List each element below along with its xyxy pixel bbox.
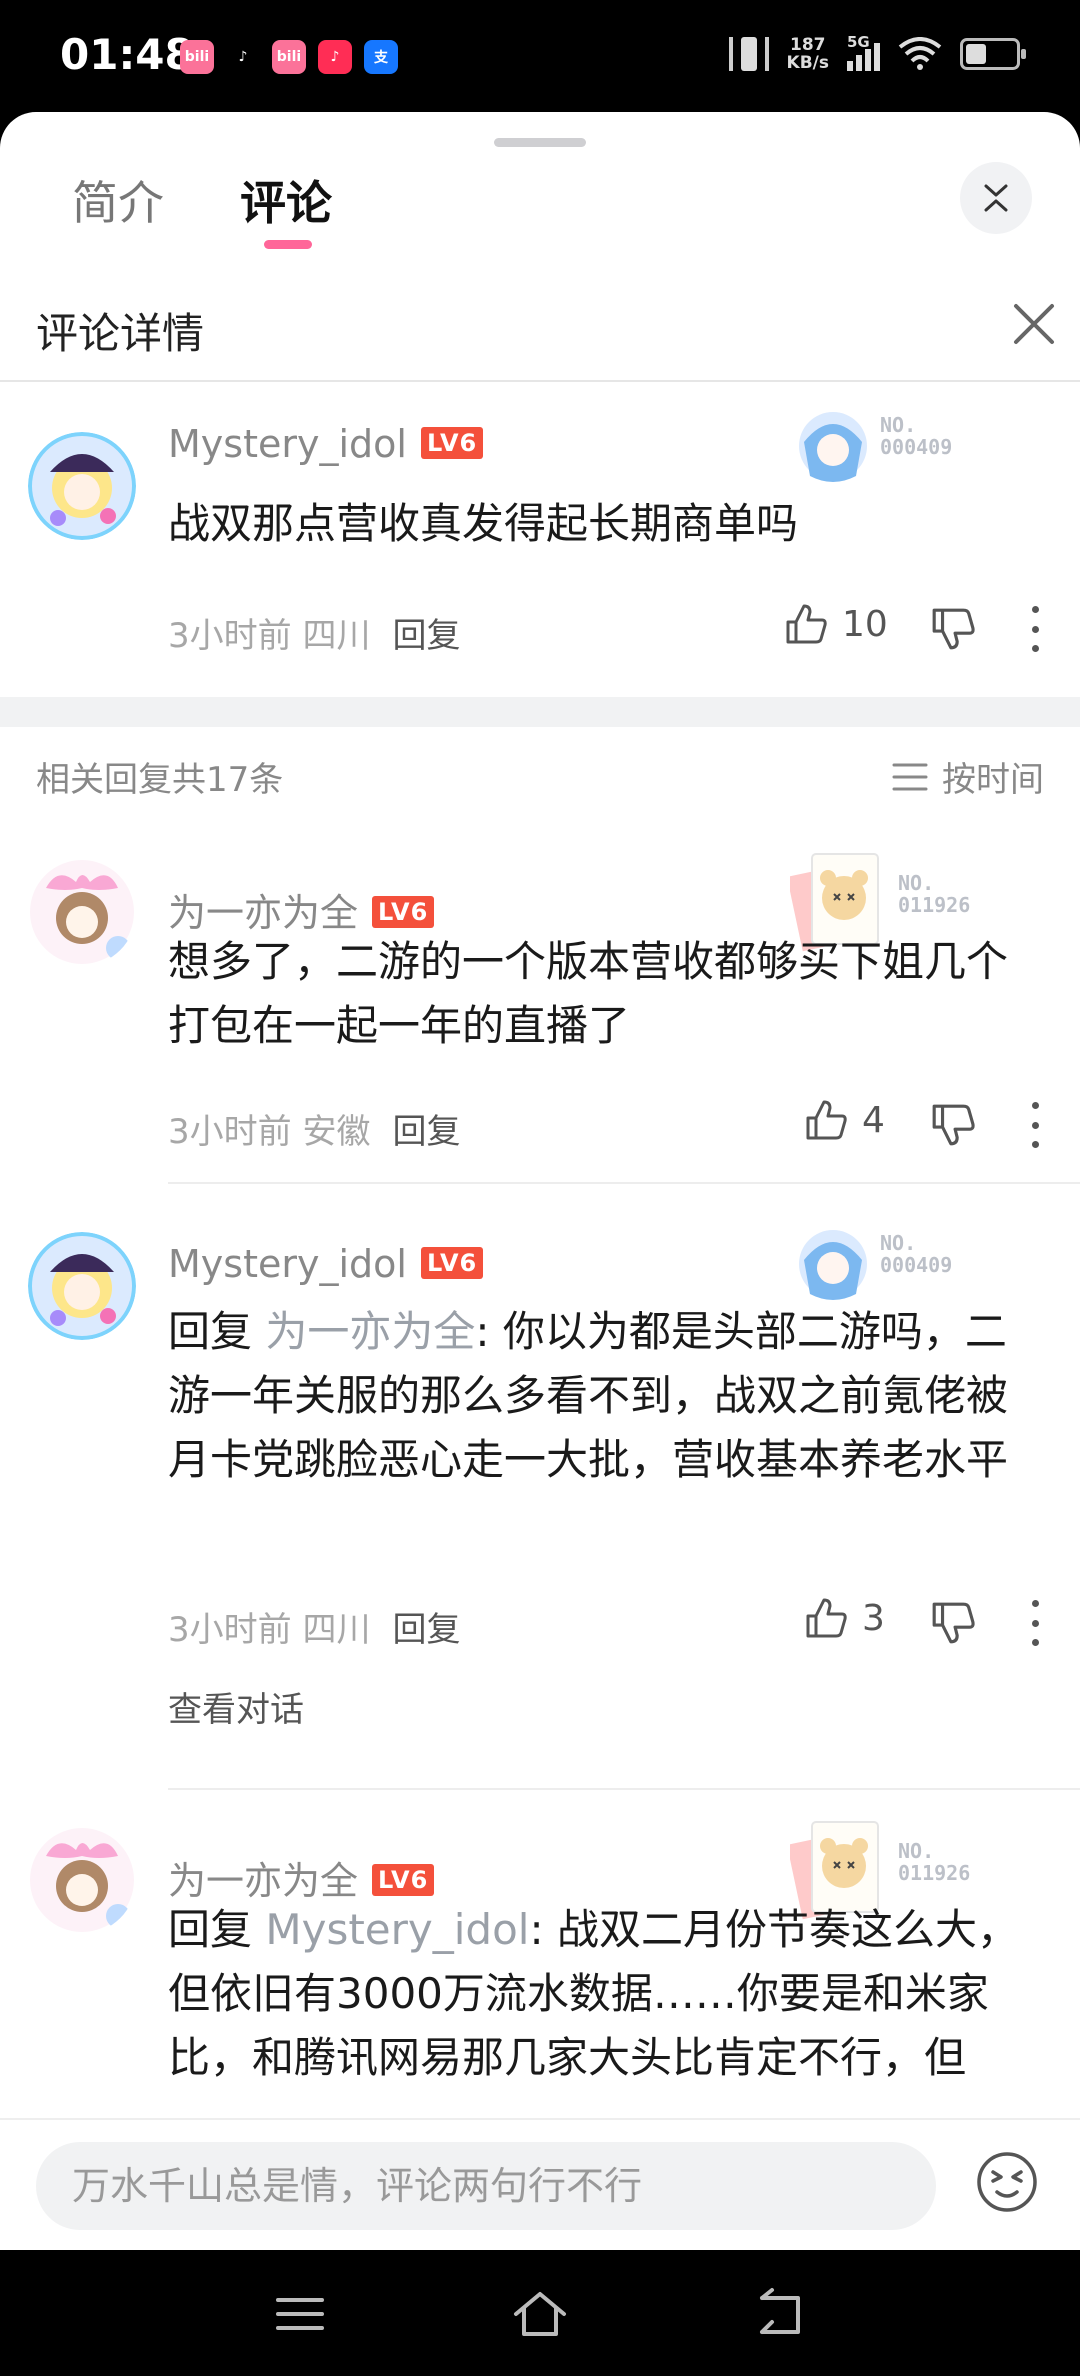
thumbs-down-icon[interactable] <box>930 1600 976 1646</box>
status-indicators: 187 KB/s 5G <box>728 33 1026 73</box>
more-options-icon[interactable] <box>1030 606 1040 652</box>
avatar[interactable] <box>28 432 136 540</box>
collapse-icon <box>984 184 1008 212</box>
back-icon[interactable] <box>752 2286 808 2342</box>
active-tab-indicator <box>264 240 312 249</box>
avatar[interactable] <box>28 858 136 966</box>
music-app-icon: ♪ <box>318 40 352 74</box>
comment-sheet: 简介 评论 评论详情 Mystery_idol LV6 NO. 000409 战… <box>0 112 1080 2250</box>
emoji-icon[interactable] <box>975 2150 1039 2214</box>
thumbs-up-icon <box>806 1598 847 1638</box>
alipay-app-icon: 支 <box>364 40 398 74</box>
level-badge: LV6 <box>420 1247 484 1279</box>
mention-link[interactable]: 为一亦为全 <box>265 1307 475 1356</box>
notification-app-icons: bili ♪ bili ♪ 支 <box>180 40 398 74</box>
thumbs-down-icon[interactable] <box>930 1102 976 1148</box>
collapse-button[interactable] <box>960 162 1032 234</box>
view-conversation-link[interactable]: 查看对话 <box>168 1682 304 1731</box>
sort-by-time-button[interactable]: 按时间 <box>892 752 1044 801</box>
level-badge: LV6 <box>420 427 484 459</box>
reply-button[interactable]: 回复 <box>392 1112 460 1152</box>
battery-icon <box>960 38 1026 70</box>
tab-comments[interactable]: 评论 <box>240 167 332 233</box>
comment-detail-title: 评论详情 <box>36 309 205 358</box>
level-badge: LV6 <box>372 1864 435 1896</box>
like-button[interactable]: 3 <box>804 1596 885 1640</box>
home-icon[interactable] <box>512 2286 568 2342</box>
level-badge: LV6 <box>372 896 435 928</box>
thumbs-up-icon <box>806 1100 847 1140</box>
system-navigation-bar <box>0 2250 1080 2376</box>
fan-badge-icon <box>799 1230 867 1300</box>
like-button[interactable]: 10 <box>784 602 888 646</box>
network-speed: 187 KB/s <box>786 35 829 73</box>
list-icon <box>892 763 928 790</box>
comment-meta: 3小时前 四川 回复 <box>168 1610 461 1650</box>
more-options-icon[interactable] <box>1030 1600 1040 1646</box>
main-comment: Mystery_idol LV6 NO. 000409 战双那点营收真发得起长期商… <box>0 382 1080 810</box>
avatar[interactable] <box>28 1826 136 1934</box>
related-replies-count: 相关回复共17条 <box>36 760 284 800</box>
bilibili-app-icon: bili <box>180 40 214 74</box>
bilibili-app-icon-2: bili <box>272 40 306 74</box>
fan-badge-icon <box>799 412 867 482</box>
comment-input-bar: 万水千山总是情，评论两句行不行 <box>0 2118 1080 2250</box>
wifi-icon <box>898 37 942 71</box>
fan-badge[interactable]: NO. 000409 <box>790 406 990 506</box>
comment-username[interactable]: 为一亦为全 LV6 <box>168 1850 435 1905</box>
like-button[interactable]: 4 <box>804 1098 885 1142</box>
comment-username[interactable]: 为一亦为全 LV6 <box>168 882 435 937</box>
status-time: 01:48 <box>60 30 194 79</box>
reply-item: 为一亦为全 LV6 NO. 011926 回复 Mystery_idol: 战双二… <box>0 1820 1080 2120</box>
comment-username[interactable]: Mystery_idol LV6 <box>168 1242 484 1286</box>
divider <box>168 1788 1080 1790</box>
comment-input[interactable]: 万水千山总是情，评论两句行不行 <box>36 2142 936 2230</box>
comment-text: 回复 为一亦为全: 你以为都是头部二游吗，二游一年关服的那么多看不到，战双之前氪… <box>168 1307 1009 1484</box>
avatar[interactable] <box>28 1232 136 1340</box>
tiktok-app-icon: ♪ <box>226 40 260 74</box>
reply-item: Mystery_idol LV6 NO. 000409 回复 为一亦为全: 你以为… <box>0 1182 1080 1790</box>
vibrate-icon <box>728 37 769 71</box>
tab-intro[interactable]: 简介 <box>72 167 164 233</box>
cellular-signal-icon: 5G <box>847 33 880 71</box>
comment-text: 想多了，二游的一个版本营收都够买下姐几个打包在一起一年的直播了 <box>168 937 1009 1050</box>
comment-text: 战双那点营收真发得起长期商单吗 <box>168 499 799 548</box>
section-separator <box>0 697 1080 727</box>
thumbs-down-icon[interactable] <box>930 606 976 652</box>
comment-username[interactable]: Mystery_idol LV6 <box>168 422 484 466</box>
more-options-icon[interactable] <box>1030 1102 1040 1148</box>
comment-text: 回复 Mystery_idol: 战双二月份节奏这么大，但依旧有3000万流水数… <box>168 1905 1019 2082</box>
comment-detail-header: 评论详情 <box>0 272 1080 382</box>
mention-link[interactable]: Mystery_idol <box>265 1905 529 1954</box>
reply-button[interactable]: 回复 <box>392 1610 460 1650</box>
close-icon[interactable] <box>1008 298 1060 350</box>
drag-handle[interactable] <box>494 138 586 147</box>
menu-icon[interactable] <box>272 2286 328 2342</box>
reply-button[interactable]: 回复 <box>392 616 460 656</box>
comment-meta: 3小时前 安徽 回复 <box>168 1112 461 1152</box>
comment-meta: 3小时前 四川 回复 <box>168 616 461 656</box>
status-bar: 01:48 bili ♪ bili ♪ 支 187 KB/s 5G <box>0 0 1080 112</box>
thumbs-up-icon <box>786 604 827 644</box>
tab-bar: 简介 评论 <box>0 167 1080 267</box>
